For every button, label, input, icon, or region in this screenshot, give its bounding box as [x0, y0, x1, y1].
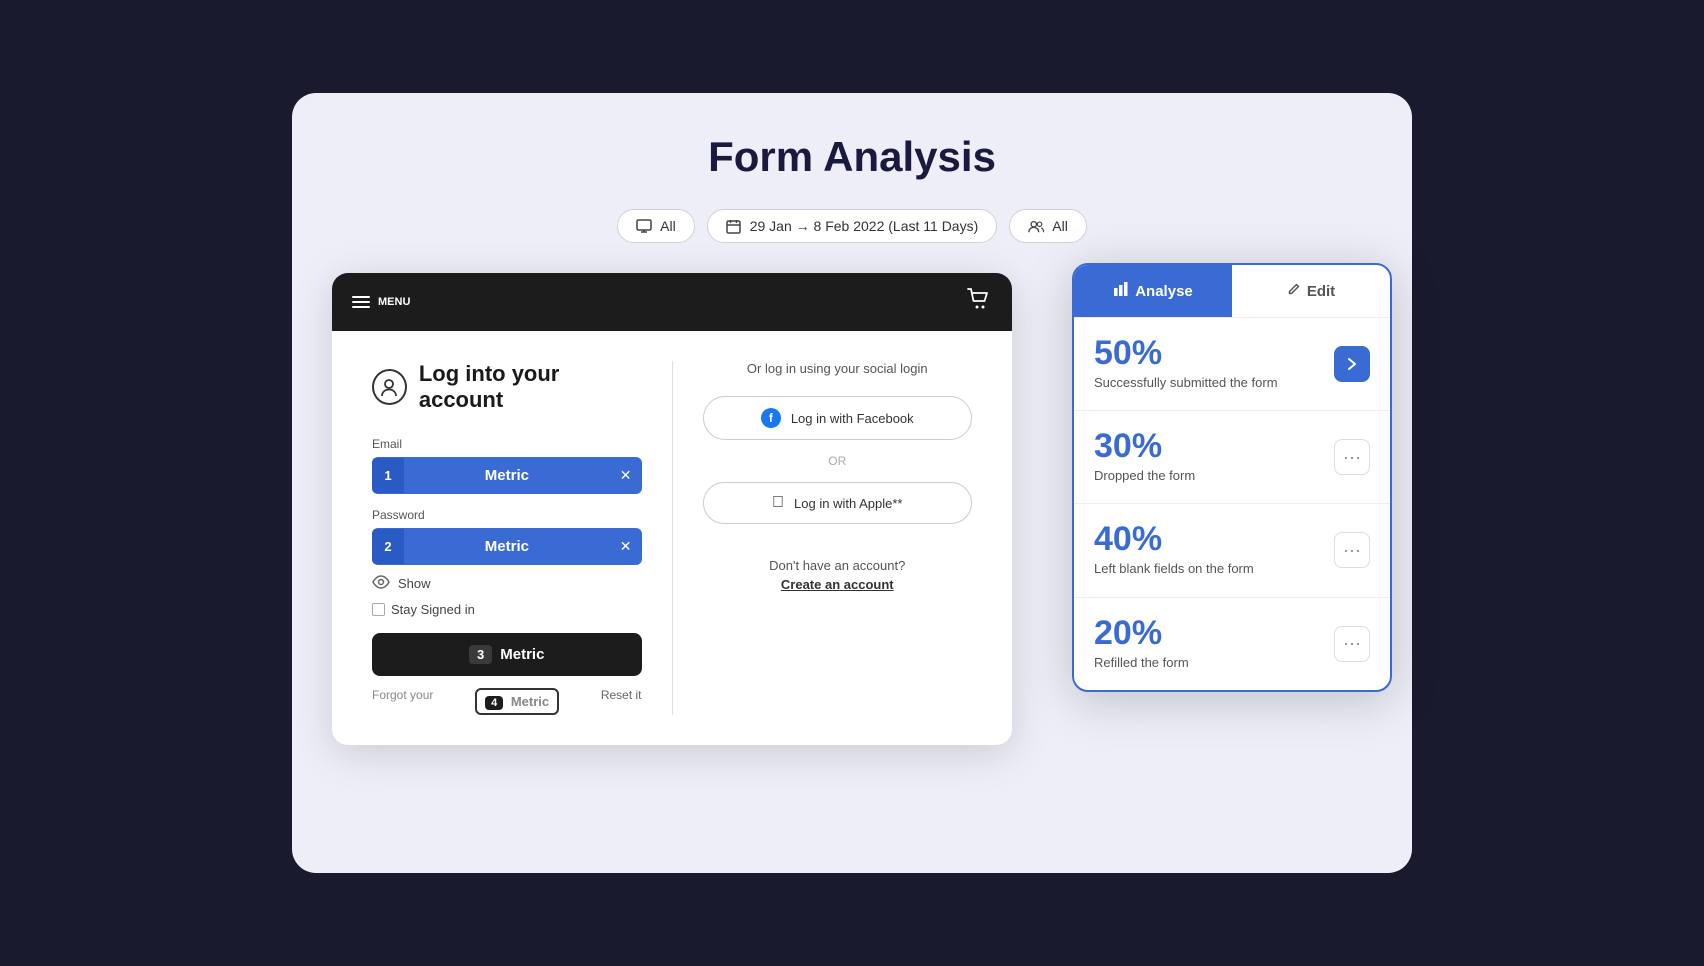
metric-percent-2: 40%: [1094, 522, 1334, 556]
password-field[interactable]: 2 Metric ✕: [372, 528, 642, 565]
password-metric-value: Metric: [404, 528, 610, 565]
facebook-btn-label: Log in with Facebook: [791, 411, 914, 426]
date-filter[interactable]: 29 Jan → 8 Feb 2022 (Last 11 Days): [707, 209, 998, 243]
stay-signed-row: Stay Signed in: [372, 602, 642, 617]
or-label: OR: [828, 454, 846, 468]
metric-action-0[interactable]: [1334, 346, 1370, 382]
social-title: Or log in using your social login: [747, 361, 928, 376]
pencil-icon: [1287, 282, 1301, 300]
users-filter[interactable]: All: [1009, 209, 1087, 243]
page-title: Form Analysis: [332, 133, 1372, 181]
menu-label: MENU: [378, 296, 410, 308]
password-label: Password: [372, 508, 642, 522]
users-icon: [1028, 218, 1044, 234]
or-divider: OR: [703, 454, 973, 468]
edit-tab-label: Edit: [1307, 283, 1335, 300]
metric-action-2[interactable]: ···: [1334, 532, 1370, 568]
panel-tabs: Analyse Edit: [1074, 265, 1390, 318]
browser-menu: MENU: [352, 296, 410, 308]
forgot-metric-value: Metric: [511, 694, 549, 709]
forgot-row: Forgot your 4 Metric Reset it: [372, 688, 642, 715]
password-clear-button[interactable]: ✕: [610, 528, 642, 565]
analyse-tab-label: Analyse: [1135, 283, 1193, 300]
login-badge: 3: [469, 645, 492, 664]
metric-percent-0: 50%: [1094, 336, 1334, 370]
apple-login-button[interactable]:  Log in with Apple**: [703, 482, 973, 524]
email-metric-value: Metric: [404, 457, 610, 494]
form-heading: Log into your account: [419, 361, 642, 413]
password-badge: 2: [372, 529, 404, 564]
metric-action-3[interactable]: ···: [1334, 626, 1370, 662]
analysis-panel: Analyse Edit 50% Successfully submitted …: [1072, 263, 1392, 692]
eye-icon: [372, 575, 390, 592]
show-row: Show: [372, 575, 642, 592]
form-preview: MENU: [332, 273, 1012, 745]
forgot-metric: 4 Metric: [475, 688, 559, 715]
apple-btn-label: Log in with Apple**: [794, 496, 902, 511]
email-badge: 1: [372, 458, 404, 493]
metric-action-1[interactable]: ···: [1334, 439, 1370, 475]
main-content: MENU: [332, 273, 1372, 745]
outer-container: Form Analysis All 29 Jan →: [292, 93, 1412, 873]
metric-desc-3: Refilled the form: [1094, 654, 1334, 672]
cart-icon[interactable]: [966, 287, 992, 317]
monitor-icon: [636, 218, 652, 234]
browser-topbar: MENU: [332, 273, 1012, 331]
metric-left-0: 50% Successfully submitted the form: [1094, 336, 1334, 392]
email-label: Email: [372, 437, 642, 451]
device-filter[interactable]: All: [617, 209, 695, 243]
create-account-link[interactable]: Create an account: [769, 577, 905, 592]
login-button[interactable]: 3 Metric: [372, 633, 642, 676]
metric-row-1: 30% Dropped the form ···: [1074, 411, 1390, 504]
metric-row-2: 40% Left blank fields on the form ···: [1074, 504, 1390, 597]
form-body: Log into your account Email 1 Metric ✕ P…: [332, 331, 1012, 745]
filter-bar: All 29 Jan → 8 Feb 2022 (Last 11 Days): [332, 209, 1372, 243]
metric-percent-3: 20%: [1094, 616, 1334, 650]
metric-desc-1: Dropped the form: [1094, 467, 1334, 485]
facebook-login-button[interactable]: f Log in with Facebook: [703, 396, 973, 440]
device-filter-label: All: [660, 218, 676, 234]
users-filter-label: All: [1052, 218, 1068, 234]
facebook-icon: f: [761, 408, 781, 428]
date-filter-label: 29 Jan → 8 Feb 2022 (Last 11 Days): [750, 218, 979, 234]
stay-signed-label: Stay Signed in: [391, 602, 475, 617]
metric-left-1: 30% Dropped the form: [1094, 429, 1334, 485]
forgot-badge: 4: [485, 696, 503, 710]
metric-percent-1: 30%: [1094, 429, 1334, 463]
reset-label[interactable]: Reset it: [601, 688, 642, 715]
bar-chart-icon: [1113, 281, 1129, 301]
forgot-text: Forgot your: [372, 688, 433, 715]
form-right: Or log in using your social login f Log …: [673, 361, 973, 715]
metric-desc-0: Successfully submitted the form: [1094, 374, 1334, 392]
hamburger-icon: [352, 296, 370, 308]
metric-row-0: 50% Successfully submitted the form: [1074, 318, 1390, 411]
calendar-icon: [726, 218, 742, 234]
user-icon: [372, 369, 407, 405]
metric-desc-2: Left blank fields on the form: [1094, 560, 1334, 578]
show-label: Show: [398, 576, 431, 591]
metric-left-3: 20% Refilled the form: [1094, 616, 1334, 672]
tab-edit[interactable]: Edit: [1232, 265, 1390, 317]
metric-row-3: 20% Refilled the form ···: [1074, 598, 1390, 690]
email-clear-button[interactable]: ✕: [610, 457, 642, 494]
apple-icon: : [772, 494, 784, 512]
stay-signed-checkbox[interactable]: [372, 603, 385, 616]
no-account-text: Don't have an account?: [769, 558, 905, 573]
account-section: Don't have an account? Create an account: [769, 558, 905, 592]
tab-analyse[interactable]: Analyse: [1074, 265, 1232, 317]
login-metric-label: Metric: [500, 646, 544, 663]
form-left: Log into your account Email 1 Metric ✕ P…: [372, 361, 673, 715]
email-field[interactable]: 1 Metric ✕: [372, 457, 642, 494]
metric-left-2: 40% Left blank fields on the form: [1094, 522, 1334, 578]
form-header: Log into your account: [372, 361, 642, 413]
